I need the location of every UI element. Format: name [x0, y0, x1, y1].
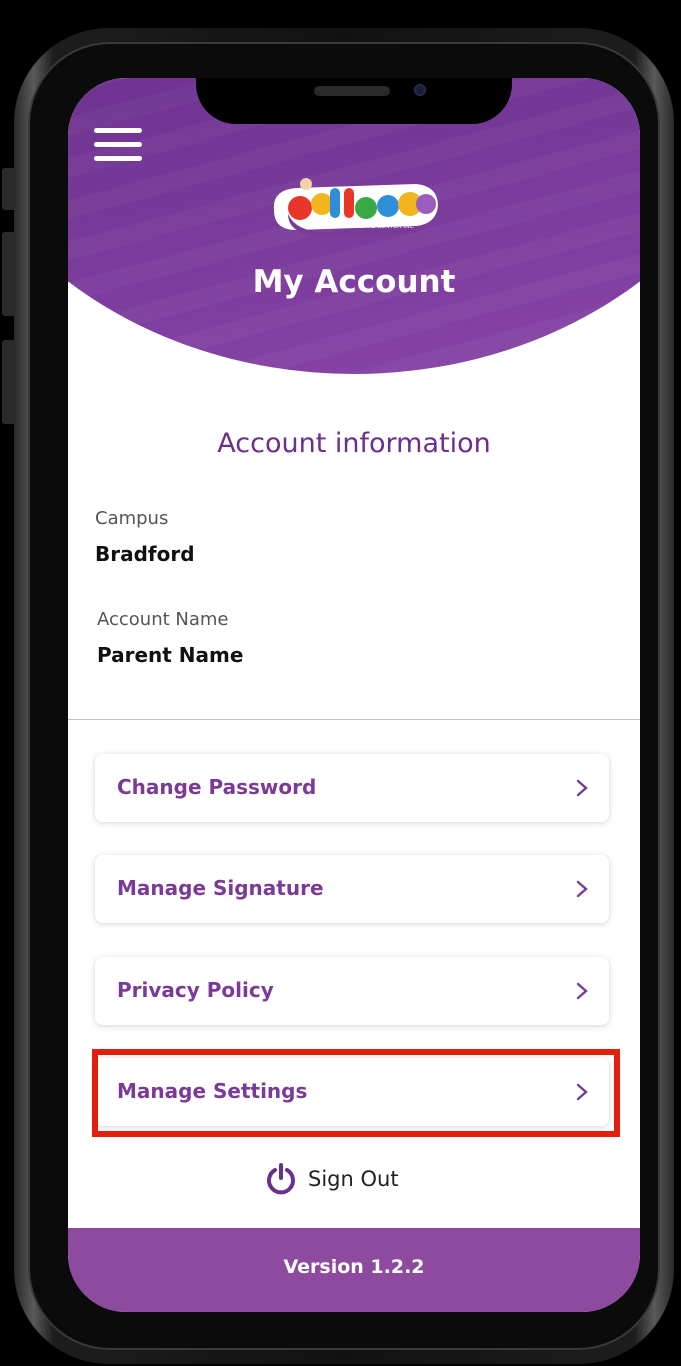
version-text: Version 1.2.2	[283, 1256, 425, 1278]
sign-out-label: Sign Out	[308, 1167, 399, 1191]
power-icon	[267, 1163, 295, 1195]
camera-icon	[414, 84, 426, 96]
highlight-box	[92, 1049, 620, 1137]
manage-signature-label: Manage Signature	[117, 876, 324, 900]
chevron-right-icon	[576, 880, 588, 898]
chevron-right-icon	[576, 779, 588, 797]
sign-out-button[interactable]: Sign Out	[266, 1161, 399, 1197]
account-name-label: Account Name	[97, 609, 229, 630]
app-screen: NURSERY & CHILDCARE CENTER INC My Accoun…	[68, 78, 640, 1312]
footer: Version 1.2.2	[68, 1228, 640, 1312]
campus-value: Bradford	[95, 542, 195, 566]
volume-up-button	[2, 232, 16, 316]
lullaboo-logo: NURSERY & CHILDCARE CENTER INC	[266, 174, 444, 238]
manage-signature-button[interactable]: Manage Signature	[95, 855, 609, 923]
speaker-grille	[314, 86, 390, 96]
notch	[196, 78, 512, 124]
account-name-value: Parent Name	[97, 643, 244, 667]
silent-switch	[2, 168, 16, 210]
divider	[68, 719, 640, 720]
change-password-button[interactable]: Change Password	[95, 754, 609, 822]
volume-down-button	[2, 340, 16, 424]
hamburger-menu-icon[interactable]	[94, 128, 142, 162]
logo-subtext: NURSERY & CHILDCARE CENTER INC	[304, 223, 414, 230]
chevron-right-icon	[576, 982, 588, 1000]
section-title: Account information	[217, 428, 491, 459]
privacy-policy-button[interactable]: Privacy Policy	[95, 957, 609, 1025]
privacy-policy-label: Privacy Policy	[117, 978, 274, 1002]
page-title: My Account	[252, 264, 456, 300]
change-password-label: Change Password	[117, 775, 317, 799]
campus-label: Campus	[95, 508, 169, 529]
